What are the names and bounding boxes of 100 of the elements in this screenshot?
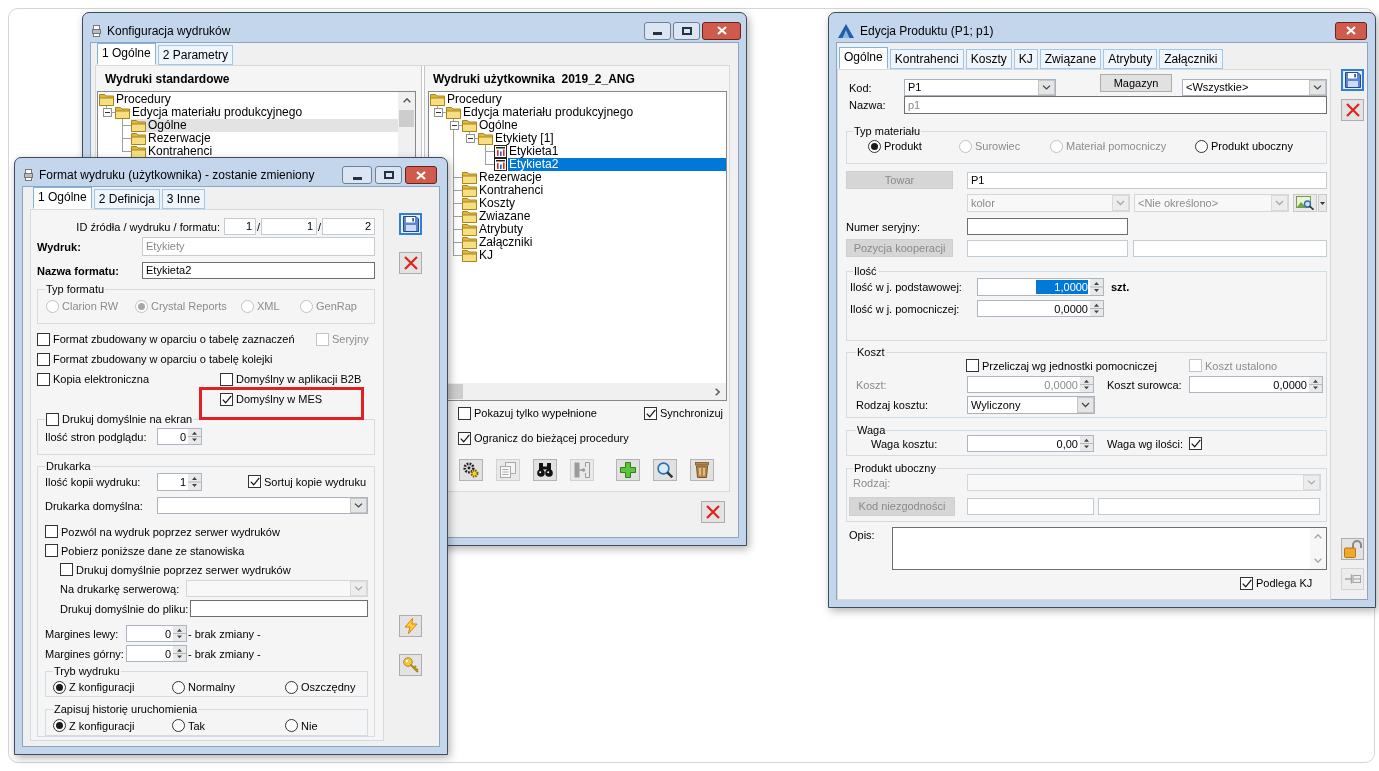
tab[interactable]: Kontrahenci [889,49,964,69]
menu-arrow-button[interactable] [1318,194,1327,212]
text-field[interactable] [190,600,368,617]
checkbox[interactable] [458,431,471,445]
spin-box[interactable]: 1,0000 [977,278,1104,296]
text-field[interactable] [1098,498,1320,515]
scrollbar-thumb[interactable] [399,110,414,127]
tree-item[interactable]: Edycja materiału produkcyjnego [115,106,304,119]
checkbox[interactable] [220,392,233,406]
cancel-button[interactable] [399,252,422,274]
close-button[interactable] [1335,21,1367,40]
tree-item[interactable]: Kontrahenci [131,145,214,158]
checkbox[interactable] [1240,576,1253,590]
radio-button[interactable] [1195,139,1208,153]
add-button[interactable] [616,459,640,481]
checkbox[interactable] [37,372,50,386]
tree-item[interactable]: Edycja materiału produkcyjnego [446,106,635,119]
tree-item[interactable]: Koszty [462,197,516,210]
text-field[interactable] [967,218,1128,235]
padlock-button[interactable] [1341,538,1364,560]
minimize-button[interactable] [644,21,671,40]
vertical-scrollbar[interactable] [1310,528,1326,569]
radio-button[interactable] [285,719,298,732]
radio-button[interactable] [53,719,66,732]
tab[interactable]: KJ [1013,49,1038,69]
text-field[interactable]: 1 [261,218,317,235]
tree-item[interactable]: KJ [462,249,494,262]
gears-button[interactable] [459,459,483,481]
checkbox[interactable] [644,406,657,420]
binoculars-button[interactable] [533,459,557,481]
key-button[interactable] [399,654,422,676]
text-field[interactable]: Etykieta2 [142,262,375,279]
minimize-button[interactable] [342,166,372,184]
dropdown[interactable]: P1 [904,79,1056,96]
tree-item[interactable]: Atrybuty [462,223,524,236]
vertical-scrollbar[interactable] [398,92,415,160]
tree-item[interactable]: Etykieta1 [494,145,560,158]
description-field[interactable] [892,527,1327,570]
dropdown[interactable]: <Wszystkie> [1182,79,1327,96]
maximize-button[interactable] [673,21,700,40]
tree-item[interactable]: Ogólne [462,119,519,132]
tree-item[interactable]: Ogólne [131,119,398,132]
checkbox[interactable] [45,525,58,538]
warehouse-button[interactable]: Magazyn [1100,74,1172,92]
checkbox[interactable] [248,475,261,488]
tab[interactable]: 1 Ogólne [97,43,156,65]
text-field[interactable] [1133,239,1327,257]
tab[interactable]: 1 Ogólne [33,187,92,209]
tree-item[interactable]: Procedury [99,93,172,106]
tree-item[interactable]: Rezerwacje [131,132,212,145]
tree-item[interactable]: Załączniki [462,236,534,249]
text-field[interactable] [967,498,1094,515]
checkbox[interactable] [60,563,73,576]
checkbox[interactable] [220,372,233,386]
tab[interactable]: 3 Inne [161,189,206,209]
tab[interactable]: Koszty [965,49,1012,69]
radio-button[interactable] [285,680,298,694]
tree-view[interactable]: Procedury Edycja materiału produkcyjnego Ogólne Etykiety [1] Etykieta1 Etykieta2 Rezerwacje Kontrahenci Koszty Zwiazane Atrybuty Załączniki KJ [428,91,727,401]
delete-button[interactable] [690,459,714,481]
text-field[interactable] [967,239,1128,257]
collapse-icon[interactable] [433,108,443,117]
search-button[interactable] [653,459,677,481]
dropdown[interactable]: Wyliczony [967,396,1095,414]
save-button[interactable] [1341,69,1364,91]
checkbox[interactable] [458,406,471,420]
tree-item[interactable]: Rezerwacje [462,171,543,184]
checkbox[interactable] [966,359,979,372]
spin-box[interactable]: 0 [126,625,187,642]
tree-item[interactable]: Zwiazane [462,210,532,223]
radio-button[interactable] [868,139,881,153]
checkbox[interactable] [46,412,59,426]
tab[interactable]: Związane [1039,49,1102,69]
close-button[interactable] [702,21,741,40]
collapse-icon[interactable] [449,121,459,130]
radio-button[interactable] [172,680,185,694]
spin-box[interactable]: 0,0000 [977,300,1104,317]
tab[interactable]: Atrybuty [1103,49,1158,69]
tree-item[interactable]: Procedury [430,93,503,106]
cancel-button[interactable] [701,501,725,523]
checkbox[interactable] [37,332,50,346]
radio-button[interactable] [53,680,66,694]
spin-box[interactable]: 0 [126,645,187,662]
tab[interactable]: 2 Parametry [157,45,234,65]
save-button[interactable] [399,213,422,235]
spin-box[interactable]: 0 [157,428,202,445]
spin-box[interactable]: 0,00 [967,435,1094,452]
text-field[interactable]: 2 [322,218,375,235]
tab[interactable]: Załączniki [1159,49,1223,69]
cancel-button[interactable] [1341,99,1364,121]
spin-box[interactable]: 1 [157,472,202,491]
collapse-icon[interactable] [102,108,112,117]
collapse-icon[interactable] [465,134,475,143]
checkbox[interactable] [45,544,58,557]
maximize-button[interactable] [375,166,402,184]
tree-item[interactable]: Kontrahenci [462,184,545,197]
radio-button[interactable] [172,719,185,732]
tab[interactable]: Ogólne [839,47,888,69]
checkbox[interactable] [1189,437,1202,450]
spin-box[interactable]: 0,0000 [1189,376,1323,393]
image-search-button[interactable] [1293,194,1317,212]
